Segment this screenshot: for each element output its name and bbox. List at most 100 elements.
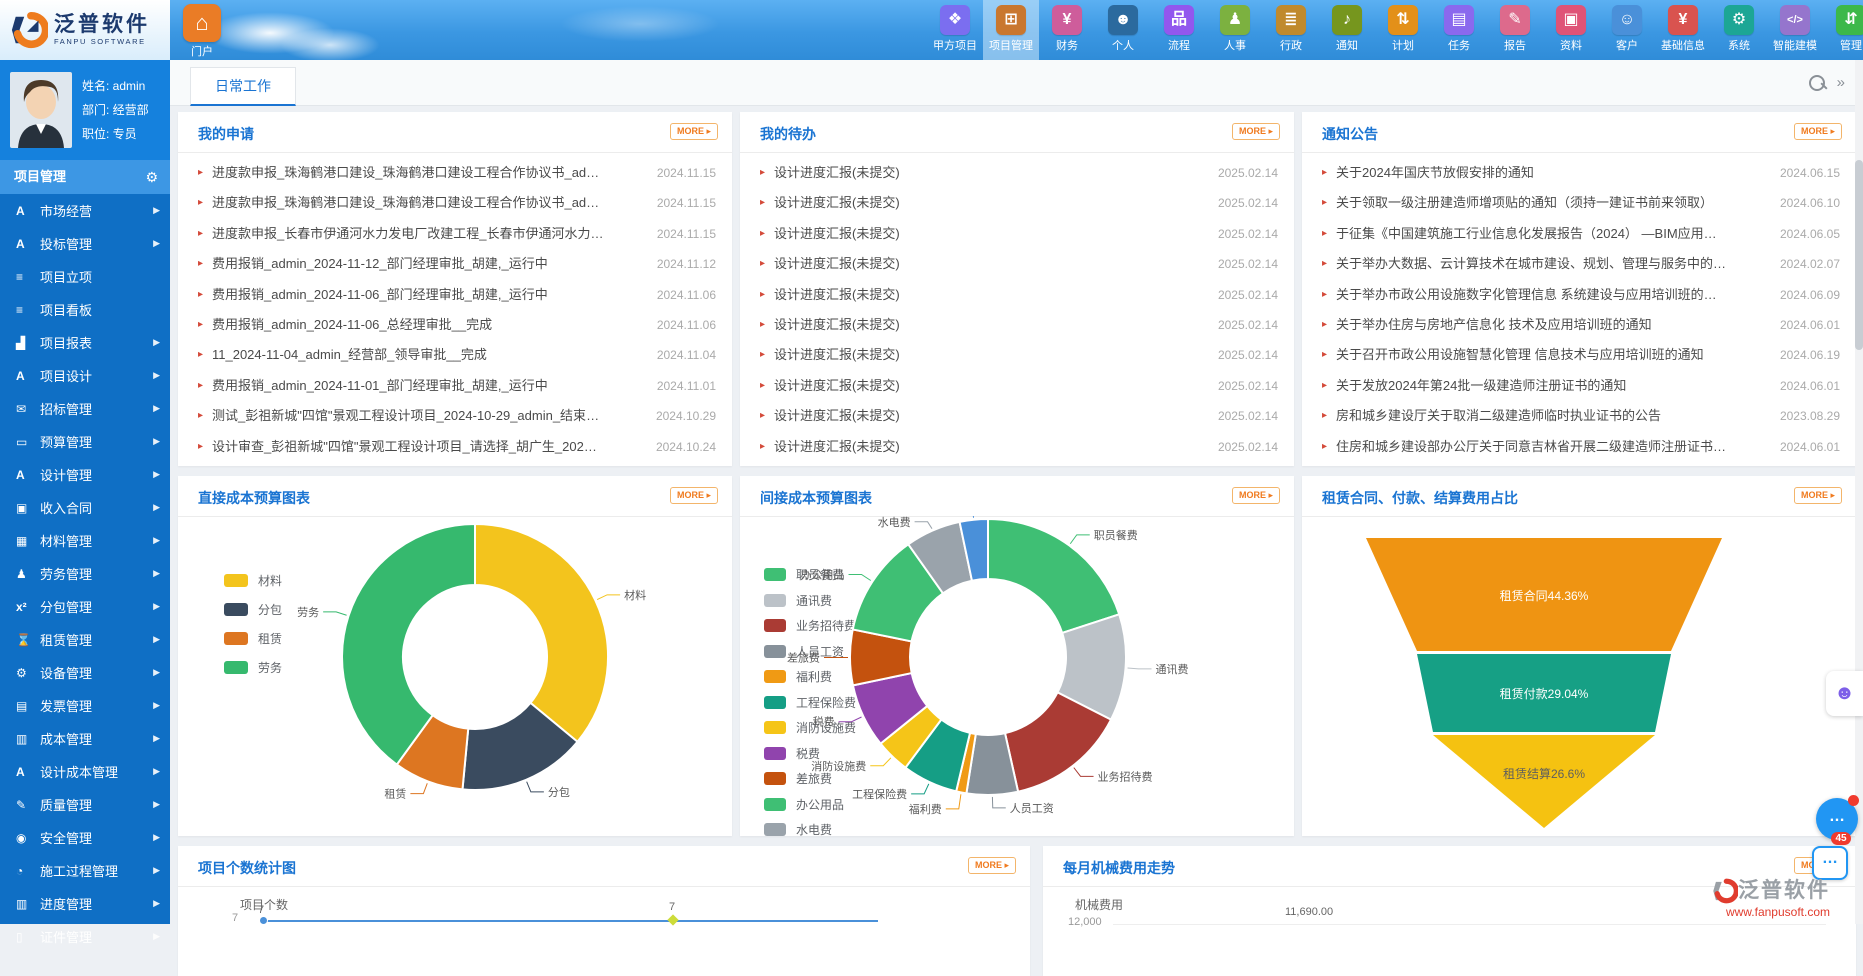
sidebar-item-进度管理[interactable]: ▥进度管理▶ [0, 887, 170, 920]
sidebar-item-发票管理[interactable]: ▤发票管理▶ [0, 689, 170, 722]
nav-item-系统[interactable]: ⚙系统 [1711, 0, 1767, 60]
nav-item-行政[interactable]: ≣行政 [1263, 0, 1319, 60]
notice-item[interactable]: ▸住房和城乡建设部办公厅关于同意吉林省开展二级建造师注册证书电子化试点...20… [1302, 432, 1856, 462]
notice-item[interactable]: ▸关于发放2024年第24批一级建造师注册证书的通知2024.06.01 [1302, 371, 1856, 401]
list-item-text: 关于2024年国庆节放假安排的通知 [1336, 158, 1534, 188]
sidebar-item-租赁管理[interactable]: ⌛租赁管理▶ [0, 623, 170, 656]
sidebar-item-招标管理[interactable]: ✉招标管理▶ [0, 392, 170, 425]
nav-item-甲方项目[interactable]: ❖甲方项目 [927, 0, 983, 60]
customer-service-widget[interactable]: ☻ [1826, 671, 1863, 716]
sidebar-item-材料管理[interactable]: ▦材料管理▶ [0, 524, 170, 557]
sidebar-item-市场经营[interactable]: A市场经营▶ [0, 194, 170, 227]
nav-item-人事[interactable]: ♟人事 [1207, 0, 1263, 60]
expand-tabs-icon[interactable]: » [1837, 74, 1845, 91]
pie-slice-材料[interactable] [475, 524, 608, 742]
todo-item[interactable]: ▸设计进度汇报(未提交)2025.02.14 [740, 280, 1294, 310]
request-item[interactable]: ▸费用报销_admin_2024-11-12_部门经理审批_胡建,_运行中202… [178, 249, 732, 279]
sidebar-item-设计管理[interactable]: A设计管理▶ [0, 458, 170, 491]
todo-item[interactable]: ▸设计进度汇报(未提交)2025.02.14 [740, 432, 1294, 462]
todo-item[interactable]: ▸设计进度汇报(未提交)2025.02.14 [740, 249, 1294, 279]
nav-item-客户[interactable]: ☺客户 [1599, 0, 1655, 60]
list-item-date: 2024.11.04 [657, 340, 716, 370]
sidebar-item-项目报表[interactable]: ▟项目报表▶ [0, 326, 170, 359]
todo-item[interactable]: ▸设计进度汇报(未提交)2025.02.14 [740, 219, 1294, 249]
more-button[interactable]: MORE ▸ [1794, 487, 1842, 504]
notice-item[interactable]: ▸关于2024年国庆节放假安排的通知2024.06.15 [1302, 158, 1856, 188]
sidebar-item-label: 租赁管理 [40, 630, 92, 649]
key-icon[interactable] [1809, 75, 1825, 91]
more-button[interactable]: MORE ▸ [968, 857, 1016, 874]
request-item[interactable]: ▸进度款申报_珠海鹤港口建设_珠海鹤港口建设工程合作协议书_admin_...2… [178, 158, 732, 188]
sidebar-item-设计成本管理[interactable]: A设计成本管理▶ [0, 755, 170, 788]
request-item[interactable]: ▸费用报销_admin_2024-11-06_总经理审批__完成2024.11.… [178, 310, 732, 340]
sidebar-item-劳务管理[interactable]: ♟劳务管理▶ [0, 557, 170, 590]
nav-item-报告[interactable]: ✎报告 [1487, 0, 1543, 60]
request-item[interactable]: ▸进度款申报_长春市伊通河水力发电厂改建工程_长春市伊通河水力发电...2024… [178, 219, 732, 249]
nav-item-任务[interactable]: ▤任务 [1431, 0, 1487, 60]
todo-item[interactable]: ▸设计进度汇报(未提交)2025.02.14 [740, 188, 1294, 218]
project-kanban-icon: ≡ [16, 303, 40, 317]
todo-item[interactable]: ▸设计进度汇报(未提交)2025.02.14 [740, 371, 1294, 401]
nav-item-计划[interactable]: ⇅计划 [1375, 0, 1431, 60]
sidebar-item-投标管理[interactable]: A投标管理▶ [0, 227, 170, 260]
notice-item[interactable]: ▸关于举办大数据、云计算技术在城市建设、规划、管理与服务中的应用培训班...20… [1302, 249, 1856, 279]
request-item[interactable]: ▸11_2024-11-04_admin_经营部_领导审批__完成2024.11… [178, 340, 732, 370]
tab-daily-work[interactable]: 日常工作 [190, 67, 296, 106]
sidebar-item-项目设计[interactable]: A项目设计▶ [0, 359, 170, 392]
pie-callout-label: 办公用品 [801, 568, 845, 581]
nav-item-个人[interactable]: ☻个人 [1095, 0, 1151, 60]
notice-item[interactable]: ▸关于举办住房与房地产信息化 技术及应用培训班的通知2024.06.01 [1302, 310, 1856, 340]
sidebar-item-质量管理[interactable]: ✎质量管理▶ [0, 788, 170, 821]
list-item-date: 2025.02.14 [1218, 371, 1278, 401]
notice-item[interactable]: ▸关于召开市政公用设施智慧化管理 信息技术与应用培训班的通知2024.06.19 [1302, 340, 1856, 370]
nav-item-财务[interactable]: ¥财务 [1039, 0, 1095, 60]
more-button[interactable]: MORE ▸ [670, 487, 718, 504]
nav-item-项目管理[interactable]: ⊞项目管理 [983, 0, 1039, 60]
gear-icon[interactable]: ⚙ [145, 160, 158, 194]
todo-item[interactable]: ▸设计进度汇报(未提交)2025.02.14 [740, 158, 1294, 188]
nav-item-智能建模[interactable]: </>智能建模 [1767, 0, 1823, 60]
watermark-logo-icon [1712, 878, 1738, 904]
more-button[interactable]: MORE ▸ [1232, 487, 1280, 504]
sidebar-item-设备管理[interactable]: ⚙设备管理▶ [0, 656, 170, 689]
more-button[interactable]: MORE ▸ [670, 123, 718, 140]
sidebar-item-预算管理[interactable]: ▭预算管理▶ [0, 425, 170, 458]
list-item-text: 设计进度汇报(未提交) [774, 310, 900, 340]
notice-item[interactable]: ▸关于举办市政公用设施数字化管理信息 系统建设与应用培训班的通知2024.06.… [1302, 280, 1856, 310]
more-button[interactable]: MORE ▸ [1794, 123, 1842, 140]
message-widget[interactable]: … [1812, 846, 1848, 880]
more-button[interactable]: MORE ▸ [1232, 123, 1280, 140]
cost-icon: ▥ [16, 732, 40, 746]
todo-item[interactable]: ▸设计进度汇报(未提交)2025.02.14 [740, 401, 1294, 431]
panel-title: 项目个数统计图 [198, 858, 296, 878]
notice-item[interactable]: ▸房和城乡建设厅关于取消二级建造师临时执业证书的公告2023.08.29 [1302, 401, 1856, 431]
scrollbar-thumb[interactable] [1855, 160, 1863, 350]
todo-item[interactable]: ▸设计进度汇报(未提交)2025.02.14 [740, 340, 1294, 370]
scrollbar-track[interactable] [1855, 60, 1863, 924]
nav-item-管理[interactable]: ⇵管理 [1823, 0, 1863, 60]
notice-item[interactable]: ▸于征集《中国建筑施工行业信息化发展报告（2024） —BIM应用与发展》材料.… [1302, 219, 1856, 249]
notice-item[interactable]: ▸关于领取一级注册建造师增项贴的通知（须持一建证书前来领取）2024.06.10 [1302, 188, 1856, 218]
sidebar-item-施工过程管理[interactable]: ◔施工过程管理▶ [0, 854, 170, 887]
portal-button[interactable]: ⌂ 门户 [178, 4, 226, 59]
nav-item-流程[interactable]: 品流程 [1151, 0, 1207, 60]
nav-item-通知[interactable]: ♪通知 [1319, 0, 1375, 60]
nav-item-资料[interactable]: ▣资料 [1543, 0, 1599, 60]
todo-item[interactable]: ▸设计进度汇报(未提交)2025.02.14 [740, 310, 1294, 340]
request-item[interactable]: ▸测试_彭祖新城"四馆"景观工程设计项目_2024-10-29_admin_结束… [178, 401, 732, 431]
sidebar-item-项目立项[interactable]: ≡项目立项 [0, 260, 170, 293]
sidebar-item-证件管理[interactable]: ▯证件管理▶ [0, 920, 170, 953]
nav-item-基础信息[interactable]: ¥基础信息 [1655, 0, 1711, 60]
sidebar-item-收入合同[interactable]: ▣收入合同▶ [0, 491, 170, 524]
sidebar-item-成本管理[interactable]: ▥成本管理▶ [0, 722, 170, 755]
funnel-stage-租赁结算[interactable] [1433, 735, 1655, 828]
bidding-icon: A [16, 237, 40, 251]
request-item[interactable]: ▸进度款申报_珠海鹤港口建设_珠海鹤港口建设工程合作协议书_admin_...2… [178, 188, 732, 218]
sidebar-item-安全管理[interactable]: ◉安全管理▶ [0, 821, 170, 854]
request-item[interactable]: ▸设计审查_彭祖新城"四馆"景观工程设计项目_请选择_胡广生_2024-10-2… [178, 432, 732, 462]
chevron-right-icon: ▶ [153, 898, 160, 909]
sidebar-item-项目看板[interactable]: ≡项目看板 [0, 293, 170, 326]
request-item[interactable]: ▸费用报销_admin_2024-11-06_部门经理审批_胡建,_运行中202… [178, 280, 732, 310]
sidebar-item-分包管理[interactable]: x²分包管理▶ [0, 590, 170, 623]
request-item[interactable]: ▸费用报销_admin_2024-11-01_部门经理审批_胡建,_运行中202… [178, 371, 732, 401]
